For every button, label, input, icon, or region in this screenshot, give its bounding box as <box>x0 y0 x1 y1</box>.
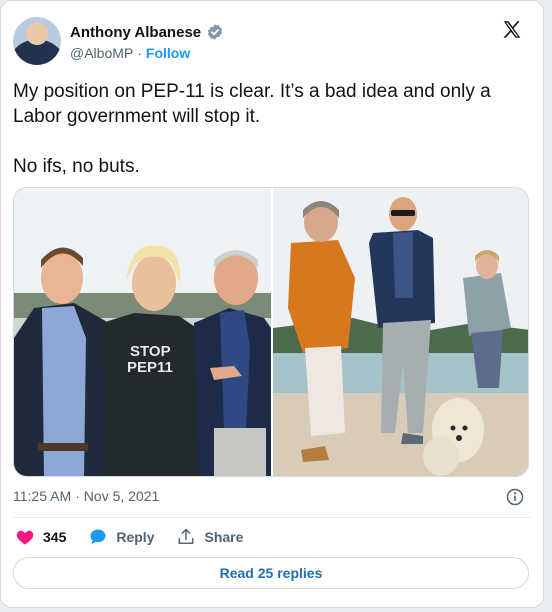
shirt-text-line2: PEP11 <box>127 359 173 376</box>
reply-button[interactable]: Reply <box>88 527 154 547</box>
tweet-card: Anthony Albanese @AlboMP · Follow My pos… <box>0 0 544 608</box>
x-logo-icon[interactable] <box>501 19 523 41</box>
tweet-media[interactable]: STOP PEP11 <box>13 187 529 477</box>
reply-bubble-icon <box>90 529 106 545</box>
share-icon <box>179 528 194 544</box>
timestamp-separator: · <box>75 488 80 504</box>
author-handle[interactable]: @AlboMP <box>70 45 133 61</box>
shirt-text-line1: STOP <box>130 343 171 360</box>
handle-separator: · <box>137 45 142 61</box>
avatar[interactable] <box>13 17 61 65</box>
photo-right-illustration <box>273 188 528 476</box>
follow-button[interactable]: Follow <box>146 45 190 61</box>
tweet-date: Nov 5, 2021 <box>83 488 160 504</box>
name-row: Anthony Albanese <box>70 23 224 41</box>
photo-group-promenade[interactable] <box>273 188 528 476</box>
action-bar: 345 Reply Share <box>15 525 243 549</box>
handle-row: @AlboMP · Follow <box>70 45 224 61</box>
share-label: Share <box>204 529 244 545</box>
photo-left-illustration: STOP PEP11 <box>14 188 271 476</box>
tweet-text: My position on PEP-11 is clear. It’s a b… <box>13 81 491 177</box>
like-count: 345 <box>43 529 67 545</box>
author-display-name[interactable]: Anthony Albanese <box>70 24 201 41</box>
verified-badge-icon <box>208 24 223 40</box>
photo-group-beach[interactable]: STOP PEP11 <box>14 188 271 476</box>
tweet-time: 11:25 AM <box>13 488 72 504</box>
divider <box>13 517 531 518</box>
reply-label: Reply <box>116 529 155 545</box>
read-replies-button[interactable]: Read 25 replies <box>13 557 529 589</box>
tweet-timestamp[interactable]: 11:25 AM · Nov 5, 2021 <box>13 488 159 504</box>
author-block: Anthony Albanese @AlboMP · Follow <box>70 23 224 61</box>
share-button[interactable]: Share <box>176 527 243 547</box>
tweet-header: Anthony Albanese @AlboMP · Follow <box>13 13 531 65</box>
like-button[interactable]: 345 <box>15 527 66 547</box>
heart-icon <box>16 530 34 545</box>
info-icon[interactable] <box>505 487 525 507</box>
